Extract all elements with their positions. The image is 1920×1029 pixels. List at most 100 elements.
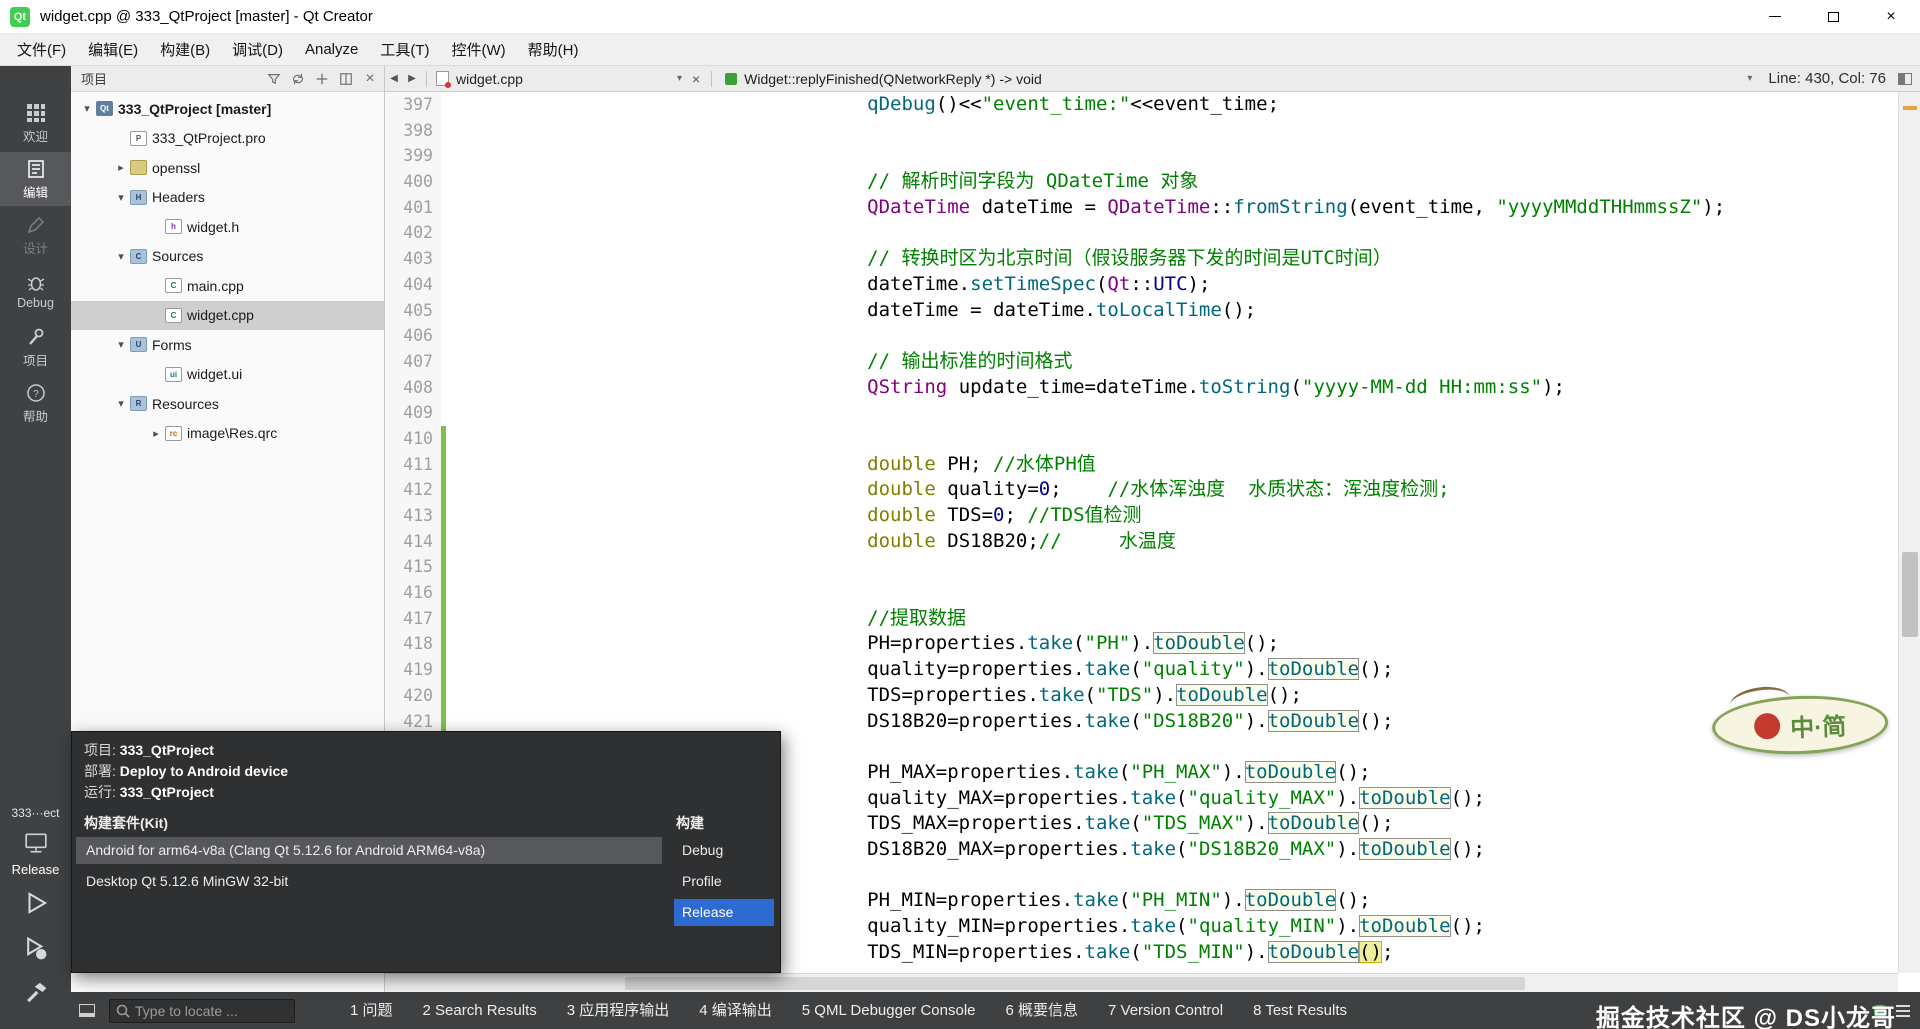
output-pane-button[interactable]: 2 Search Results <box>408 992 552 1029</box>
horizontal-scrollbar[interactable] <box>385 973 1898 992</box>
menu-item[interactable]: 控件(W) <box>441 33 517 66</box>
code-text[interactable]: // 输出标准的时间格式 <box>446 349 1898 375</box>
tree-item[interactable]: Cmain.cpp <box>71 271 384 301</box>
sync-with-editor-button[interactable] <box>290 71 306 87</box>
toolbar-dropdown-icon[interactable]: ▾ <box>1743 73 1756 84</box>
code-text[interactable]: double PH; //水体PH值 <box>446 452 1898 478</box>
code-text[interactable] <box>446 580 1898 606</box>
symbol-selector[interactable]: Widget::replyFinished(QNetworkReply *) -… <box>744 71 1042 87</box>
add-pane-button[interactable] <box>314 71 330 87</box>
split-editor-button[interactable] <box>1898 73 1912 85</box>
collapse-arrow-icon[interactable]: ▾ <box>113 191 129 204</box>
code-text[interactable] <box>446 143 1898 169</box>
maximize-button[interactable] <box>1804 0 1862 34</box>
code-text[interactable] <box>446 426 1898 452</box>
tree-item[interactable]: uiwidget.ui <box>71 360 384 390</box>
code-text[interactable]: dateTime = dateTime.toLocalTime(); <box>446 298 1898 324</box>
code-text[interactable]: QDateTime dateTime = QDateTime::fromStri… <box>446 195 1898 221</box>
run-button[interactable] <box>0 888 71 918</box>
output-pane-button[interactable]: 3 应用程序输出 <box>552 992 685 1029</box>
kit-project-name[interactable]: 333···ect <box>0 806 71 820</box>
code-text[interactable]: // 转换时区为北京时间（假设服务器下发的时间是UTC时间） <box>446 246 1898 272</box>
output-pane-button[interactable]: 4 编译输出 <box>684 992 787 1029</box>
build-progress-icon[interactable] <box>1874 1005 1886 1017</box>
filter-button[interactable] <box>266 71 282 87</box>
expand-arrow-icon[interactable]: ▸ <box>113 161 129 174</box>
build-option[interactable]: Debug <box>674 837 774 864</box>
code-text[interactable]: double TDS=0; //TDS值检测 <box>446 503 1898 529</box>
code-text[interactable] <box>446 323 1898 349</box>
hamburger-menu-icon[interactable] <box>1896 1005 1910 1017</box>
collapse-arrow-icon[interactable]: ▾ <box>113 397 129 410</box>
tree-item[interactable]: P333_QtProject.pro <box>71 124 384 154</box>
tree-item[interactable]: ▸openssl <box>71 153 384 183</box>
nav-back-button[interactable]: ◀ <box>385 73 403 84</box>
output-pane-button[interactable]: 7 Version Control <box>1093 992 1238 1029</box>
project-panel-title[interactable]: 项目 <box>81 69 107 88</box>
menu-item[interactable]: 调试(D) <box>221 33 294 66</box>
close-document-button[interactable]: × <box>686 71 706 87</box>
output-pane-button[interactable]: 6 概要信息 <box>991 992 1094 1029</box>
output-pane-button[interactable]: 1 问题 <box>335 992 408 1029</box>
tree-item[interactable]: hwidget.h <box>71 212 384 242</box>
output-pane-button[interactable]: 8 Test Results <box>1238 992 1362 1029</box>
code-text[interactable]: QString update_time=dateTime.toString("y… <box>446 375 1898 401</box>
debug-run-button[interactable] <box>0 934 71 964</box>
close-panel-button[interactable]: × <box>362 71 378 87</box>
mode-debug[interactable]: Debug <box>0 264 71 318</box>
collapse-arrow-icon[interactable]: ▾ <box>79 102 95 115</box>
code-text[interactable] <box>446 118 1898 144</box>
nav-forward-button[interactable]: ▶ <box>403 73 421 84</box>
collapse-arrow-icon[interactable]: ▾ <box>113 250 129 263</box>
tree-item[interactable]: ▸rcimage\Res.qrc <box>71 419 384 449</box>
document-dropdown-icon[interactable]: ▾ <box>673 73 686 84</box>
menu-item[interactable]: Analyze <box>294 35 369 64</box>
expand-arrow-icon[interactable]: ▸ <box>148 427 164 440</box>
kit-option[interactable]: Desktop Qt 5.12.6 MinGW 32-bit <box>76 868 662 895</box>
split-panel-button[interactable] <box>338 71 354 87</box>
tree-item[interactable]: ▾Qt333_QtProject [master] <box>71 94 384 124</box>
vertical-scrollbar[interactable] <box>1898 92 1920 973</box>
mode-edit[interactable]: 编辑 <box>0 152 71 206</box>
mode-welcome[interactable]: 欢迎 <box>0 96 71 150</box>
build-button[interactable] <box>0 978 71 1006</box>
tree-item[interactable]: ▾CSources <box>71 242 384 272</box>
tree-item[interactable]: ▾HHeaders <box>71 183 384 213</box>
mode-projects[interactable]: 项目 <box>0 320 71 374</box>
collapse-arrow-icon[interactable]: ▾ <box>113 338 129 351</box>
mode-help[interactable]: ?帮助 <box>0 376 71 430</box>
code-text[interactable]: PH=properties.take("PH").toDouble(); <box>446 631 1898 657</box>
locator-field[interactable]: Type to locate ... <box>109 999 295 1023</box>
tree-item[interactable]: ▾RResources <box>71 389 384 419</box>
menu-item[interactable]: 编辑(E) <box>77 33 149 66</box>
code-text[interactable]: quality=properties.take("quality").toDou… <box>446 657 1898 683</box>
kit-build-type[interactable]: Release <box>0 862 71 877</box>
code-text[interactable] <box>446 220 1898 246</box>
menu-item[interactable]: 帮助(H) <box>517 33 590 66</box>
code-text[interactable]: //提取数据 <box>446 606 1898 632</box>
kit-option[interactable]: Android for arm64-v8a (Clang Qt 5.12.6 f… <box>76 837 662 864</box>
build-option[interactable]: Profile <box>674 868 774 895</box>
code-text[interactable]: // 解析时间字段为 QDateTime 对象 <box>446 169 1898 195</box>
code-text[interactable]: qDebug()<<"event_time:"<<event_time; <box>446 92 1898 118</box>
code-text[interactable]: double DS18B20;// 水温度 <box>446 529 1898 555</box>
code-text[interactable] <box>446 400 1898 426</box>
code-text[interactable]: TDS=properties.take("TDS").toDouble(); <box>446 683 1898 709</box>
menu-item[interactable]: 文件(F) <box>6 33 77 66</box>
minimize-button[interactable] <box>1746 0 1804 34</box>
tree-item[interactable]: Cwidget.cpp <box>71 301 384 331</box>
tree-item[interactable]: ▾UForms <box>71 330 384 360</box>
code-text[interactable]: dateTime.setTimeSpec(Qt::UTC); <box>446 272 1898 298</box>
mode-design[interactable]: 设计 <box>0 208 71 262</box>
open-document-name[interactable]: widget.cpp <box>456 71 523 87</box>
target-selector-button[interactable] <box>0 832 71 854</box>
menu-item[interactable]: 工具(T) <box>369 33 440 66</box>
horizontal-scrollbar-thumb[interactable] <box>625 977 1525 990</box>
output-panes-toggle-icon[interactable] <box>79 1004 95 1017</box>
close-button[interactable]: × <box>1862 0 1920 34</box>
vertical-scrollbar-thumb[interactable] <box>1902 552 1918 637</box>
build-option[interactable]: Release <box>674 899 774 926</box>
menu-item[interactable]: 构建(B) <box>149 33 221 66</box>
output-pane-button[interactable]: 5 QML Debugger Console <box>787 992 991 1029</box>
code-text[interactable]: double quality=0; //水体浑浊度 水质状态：浑浊度检测; <box>446 477 1898 503</box>
